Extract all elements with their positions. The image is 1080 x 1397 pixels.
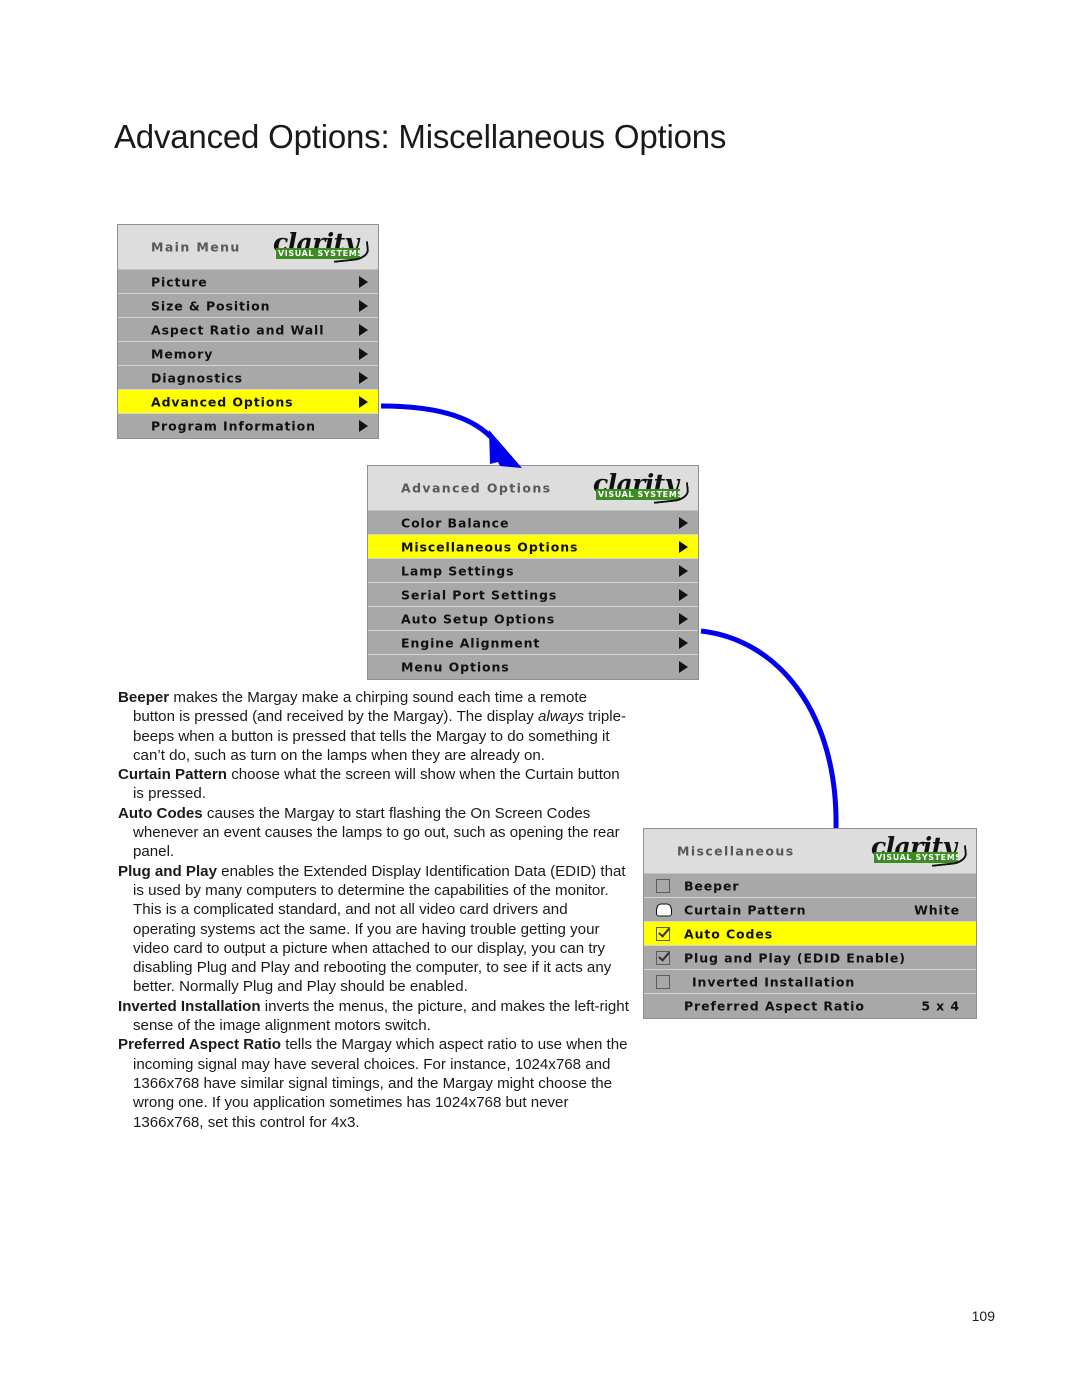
osd-row-label: Auto Codes [684,926,774,941]
osd-row-serial-port-settings[interactable]: Serial Port Settings [368,583,698,607]
checkmark-icon [658,948,670,960]
checkbox-checked-icon[interactable] [656,948,670,965]
osd-row-memory[interactable]: Memory [118,342,378,366]
osd-row-label: Serial Port Settings [401,587,558,602]
chevron-right-icon [359,323,368,336]
osd-row-label: Engine Alignment [401,635,541,650]
osd-row-label: Color Balance [401,515,510,530]
osd-row-inverted-installation[interactable]: Inverted Installation [644,970,976,994]
osd-row-color-balance[interactable]: Color Balance [368,511,698,535]
osd-header-advanced-options: Advanced Options clarity VISUAL SYSTEMS [368,466,698,511]
osd-row-label: Preferred Aspect Ratio [684,998,865,1014]
chevron-right-icon [679,612,688,625]
logo-swash [652,482,690,504]
chevron-right-icon [359,299,368,312]
osd-title-miscellaneous: Miscellaneous [677,843,795,859]
osd-row-label: Lamp Settings [401,563,515,578]
osd-row-label: Auto Setup Options [401,611,556,626]
osd-row-label: Curtain Pattern [684,902,807,917]
osd-panel-miscellaneous: Miscellaneous clarity VISUAL SYSTEMS Bee… [643,828,977,1019]
osd-row-miscellaneous-options[interactable]: Miscellaneous Options [368,535,698,559]
osd-row-value: White [914,902,960,917]
osd-row-label: Advanced Options [151,394,294,409]
osd-row-label: Size & Position [151,298,271,313]
chevron-right-icon [679,516,688,529]
osd-row-label: Plug and Play (EDID Enable) [684,950,906,965]
osd-row-label: Menu Options [401,659,510,675]
osd-row-auto-codes[interactable]: Auto Codes [644,922,976,946]
chevron-right-icon [359,395,368,408]
osd-row-aspect-ratio-and-wall[interactable]: Aspect Ratio and Wall [118,318,378,342]
osd-header-miscellaneous: Miscellaneous clarity VISUAL SYSTEMS [644,829,976,874]
osd-header-main-menu: Main Menu clarity VISUAL SYSTEMS [118,225,378,270]
page-title: Advanced Options: Miscellaneous Options [114,118,727,155]
osd-row-label: Miscellaneous Options [401,539,579,554]
osd-panel-advanced-options: Advanced Options clarity VISUAL SYSTEMS … [367,465,699,680]
logo-swash [930,845,968,867]
osd-row-picture[interactable]: Picture [118,270,378,294]
checkbox-checked-icon[interactable] [656,924,670,941]
osd-row-label: Memory [151,346,214,361]
chevron-right-icon [679,564,688,577]
osd-title-advanced-options: Advanced Options [401,480,552,496]
chevron-right-icon [359,347,368,360]
osd-rows-advanced-options: Color Balance Miscellaneous Options Lamp S… [368,511,698,679]
clarity-logo-icon: clarity VISUAL SYSTEMS [871,834,971,867]
osd-row-label: Inverted Installation [692,974,856,989]
body-paragraph-auto-codes: Auto Codes causes the Margay to start fl… [118,804,620,861]
body-text: Beeper makes the Margay make a chirping … [118,688,630,1132]
osd-row-size-position[interactable]: Size & Position [118,294,378,318]
body-paragraph-beeper: Beeper makes the Margay make a chirping … [118,689,627,764]
osd-row-diagnostics[interactable]: Diagnostics [118,366,378,390]
osd-row-label: Picture [151,274,208,289]
osd-row-lamp-settings[interactable]: Lamp Settings [368,559,698,583]
checkmark-icon [658,924,670,936]
osd-row-curtain-pattern[interactable]: Curtain Pattern White [644,898,976,922]
osd-row-auto-setup-options[interactable]: Auto Setup Options [368,607,698,631]
chevron-right-icon [679,636,688,649]
osd-row-advanced-options[interactable]: Advanced Options [118,390,378,414]
page-number: 109 [971,1308,995,1324]
chevron-right-icon [359,420,368,432]
body-paragraph-curtain-pattern: Curtain Pattern choose what the screen w… [118,766,620,803]
osd-row-menu-options[interactable]: Menu Options [368,655,698,679]
callout-arrow-2 [700,628,839,829]
body-paragraph-preferred-aspect-ratio: Preferred Aspect Ratio tells the Margay … [118,1036,628,1131]
osd-panel-main-menu: Main Menu clarity VISUAL SYSTEMS Picture… [117,224,379,439]
logo-swash [332,241,370,263]
body-paragraph-plug-and-play: Plug and Play enables the Extended Displ… [118,862,626,996]
chevron-right-icon [679,661,688,673]
clarity-logo-icon: clarity VISUAL SYSTEMS [593,471,693,504]
osd-row-label: Diagnostics [151,370,243,385]
osd-row-plug-and-play-edid-enable[interactable]: Plug and Play (EDID Enable) [644,946,976,970]
checkbox-unchecked-icon[interactable] [656,878,670,893]
osd-row-label: Aspect Ratio and Wall [151,322,325,337]
osd-row-preferred-aspect-ratio[interactable]: Preferred Aspect Ratio 5 x 4 [644,994,976,1018]
chevron-right-icon [359,275,368,288]
osd-row-label: Beeper [684,878,740,893]
screen-shape-icon[interactable] [656,903,672,916]
osd-rows-miscellaneous: Beeper Curtain Pattern White Auto Codes Plug… [644,874,976,1018]
body-paragraph-inverted-installation: Inverted Installation inverts the menus,… [118,997,629,1035]
osd-row-label: Program Information [151,418,316,434]
osd-row-program-information[interactable]: Program Information [118,414,378,438]
checkbox-unchecked-icon[interactable] [656,974,670,989]
clarity-logo-icon: clarity VISUAL SYSTEMS [273,230,373,263]
chevron-right-icon [679,588,688,601]
osd-row-beeper[interactable]: Beeper [644,874,976,898]
chevron-right-icon [679,540,688,553]
osd-rows-main-menu: Picture Size & Position Aspect Ratio and W… [118,270,378,438]
osd-row-engine-alignment[interactable]: Engine Alignment [368,631,698,655]
osd-row-value: 5 x 4 [921,998,960,1014]
chevron-right-icon [359,371,368,384]
callout-arrow-1 [380,403,503,450]
osd-title-main-menu: Main Menu [151,239,241,255]
callout-arrow-1-head [489,430,522,468]
